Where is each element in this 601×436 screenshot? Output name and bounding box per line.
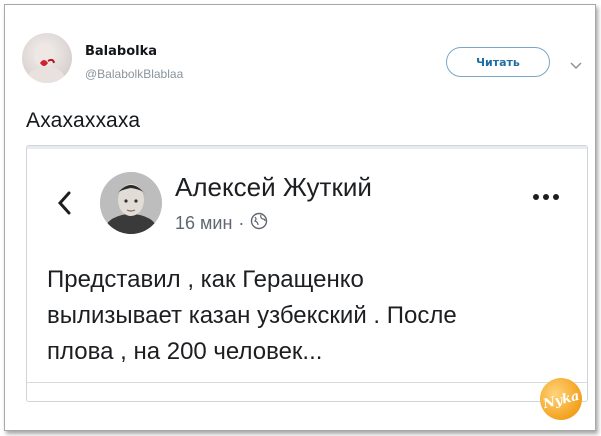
back-chevron-icon[interactable] — [57, 191, 73, 220]
divider — [27, 146, 587, 149]
watermark-text: Nyka — [541, 389, 581, 413]
post-time[interactable]: 16 мин — [175, 213, 232, 234]
globe-icon — [250, 212, 268, 235]
divider — [27, 382, 587, 383]
embedded-post-screenshot: Алексей Жуткий 16 мин · Представил , как… — [26, 145, 588, 402]
post-meta: 16 мин · — [175, 212, 268, 235]
follow-button[interactable]: Читать — [446, 47, 550, 77]
chevron-down-icon[interactable] — [570, 57, 582, 75]
post-author-name[interactable]: Алексей Жуткий — [175, 172, 372, 203]
post-author-avatar[interactable] — [100, 172, 162, 234]
post-text-line: плова , на 200 человек... — [47, 338, 323, 365]
post-text-line: Представил , как Геращенко — [47, 266, 364, 293]
tweet-text: Ахахаххаха — [26, 109, 141, 132]
post-text-line: вылизывает казан узбекский . После — [47, 302, 457, 329]
post-text: Представил , как Геращенко вылизывает ка… — [47, 262, 547, 370]
author-name[interactable]: Balabolka — [85, 44, 157, 59]
tweet-card: Balabolka @BalabolkBlablaa Читать Ахахах… — [4, 4, 596, 431]
meta-separator: · — [238, 213, 245, 233]
author-handle[interactable]: @BalabolkBlablaa — [85, 67, 183, 81]
more-options-icon[interactable] — [533, 194, 559, 200]
author-avatar[interactable] — [22, 33, 72, 83]
